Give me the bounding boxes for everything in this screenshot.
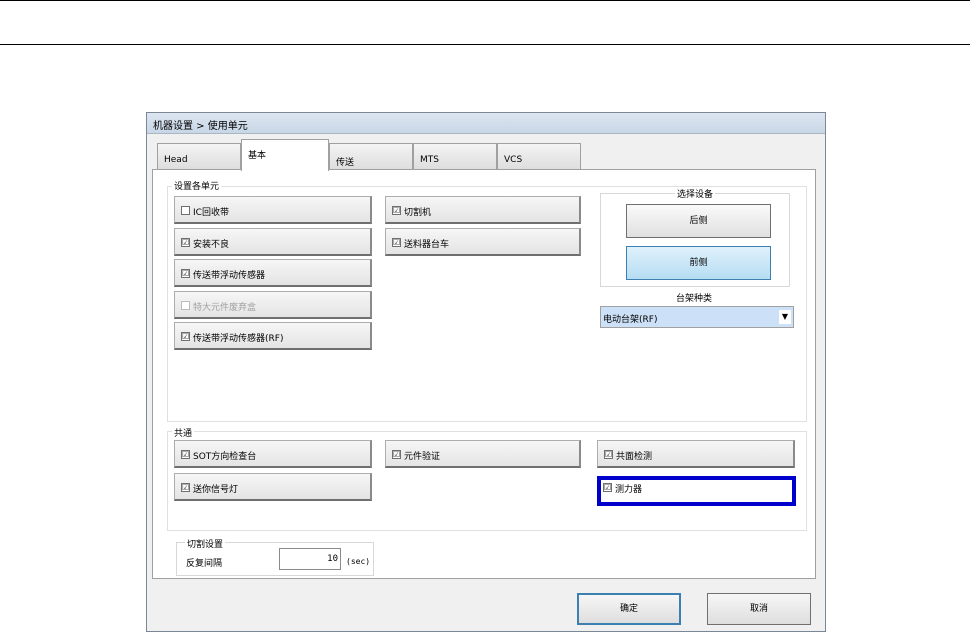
common-group-label: 共通 <box>172 426 195 439</box>
highlight-box <box>597 476 796 506</box>
chevron-down-icon: ▼ <box>779 310 791 324</box>
checkbox-checked-icon: ☑ <box>604 450 613 459</box>
checkbox-checked-icon: ☑ <box>181 269 190 278</box>
cart-type-value: 电动台架(RF) <box>603 315 658 325</box>
checkbox-label: 切割机 <box>404 208 432 218</box>
ok-button[interactable]: 确定 <box>577 593 681 625</box>
front-side-button[interactable]: 前侧 <box>626 246 771 280</box>
checkbox-coplanarity[interactable]: ☑ 共面检测 <box>597 440 795 468</box>
checkbox-label: 安装不良 <box>193 240 230 250</box>
checkbox-label: 送料器台车 <box>404 240 450 250</box>
checkbox-conveyor-float-sensor[interactable]: ☑ 传送带浮动传感器 <box>174 259 372 287</box>
checkbox-cutter[interactable]: ☑ 切割机 <box>385 196 581 224</box>
interval-label: 反复间隔 <box>186 559 223 569</box>
checkbox-label: 元件验证 <box>404 452 441 462</box>
checkbox-feeder-cart[interactable]: ☑ 送料器台车 <box>385 228 581 256</box>
checkbox-checked-icon: ☑ <box>181 332 190 341</box>
button-label: 前侧 <box>689 258 708 268</box>
checkbox-signal-lamp[interactable]: ☑ 送你信号灯 <box>174 473 372 501</box>
unit-settings-label: 设置各单元 <box>172 179 222 192</box>
interval-input[interactable]: 10 <box>279 548 341 570</box>
checkbox-large-part-waste-box: 特大元件废弃盒 <box>174 291 372 319</box>
checkbox-checked-icon: ☑ <box>181 238 190 247</box>
checkbox-label: 传送带浮动传感器(RF) <box>193 334 284 344</box>
checkbox-sot-direction[interactable]: ☑ SOT方向检查台 <box>174 440 372 468</box>
checkbox-label: SOT方向检查台 <box>193 452 257 462</box>
checkbox-part-verification[interactable]: ☑ 元件验证 <box>385 440 581 468</box>
button-label: 取消 <box>749 604 768 614</box>
device-select-label: 选择设备 <box>675 187 716 200</box>
cancel-button[interactable]: 取消 <box>707 593 811 625</box>
checkbox-label: 共面检测 <box>616 452 653 462</box>
checkbox-checked-icon: ☑ <box>392 206 401 215</box>
cart-type-label: 台架种类 <box>676 294 713 304</box>
checkbox-conveyor-float-sensor-rf[interactable]: ☑ 传送带浮动传感器(RF) <box>174 322 372 350</box>
button-label: 后侧 <box>689 216 708 226</box>
tab-basic[interactable]: 基本 <box>241 139 329 171</box>
rear-side-button[interactable]: 后侧 <box>626 204 771 238</box>
checkbox-unchecked-icon <box>181 206 190 215</box>
checkbox-checked-icon: ☑ <box>181 483 190 492</box>
content-layer: 设置各单元 IC回收带 ☑ 安装不良 ☑ 传送带浮动传感器 特大元件废弃盒 ☑ … <box>0 0 970 632</box>
checkbox-label: 特大元件废弃盒 <box>193 303 257 313</box>
checkbox-unchecked-icon <box>181 301 190 310</box>
tab-label: 基本 <box>248 151 267 161</box>
checkbox-label: 传送带浮动传感器 <box>193 271 266 281</box>
checkbox-mount-error[interactable]: ☑ 安装不良 <box>174 228 372 256</box>
checkbox-checked-icon: ☑ <box>181 450 190 459</box>
interval-unit: (sec) <box>346 557 371 566</box>
checkbox-label: IC回收带 <box>193 208 229 218</box>
checkbox-checked-icon: ☑ <box>392 450 401 459</box>
cart-type-select[interactable]: 电动台架(RF) ▼ <box>600 306 794 328</box>
cut-settings-label: 切割设置 <box>185 537 226 550</box>
checkbox-label: 送你信号灯 <box>193 485 239 495</box>
button-label: 确定 <box>619 604 638 614</box>
checkbox-ic-tape[interactable]: IC回收带 <box>174 196 372 224</box>
checkbox-checked-icon: ☑ <box>392 238 401 247</box>
